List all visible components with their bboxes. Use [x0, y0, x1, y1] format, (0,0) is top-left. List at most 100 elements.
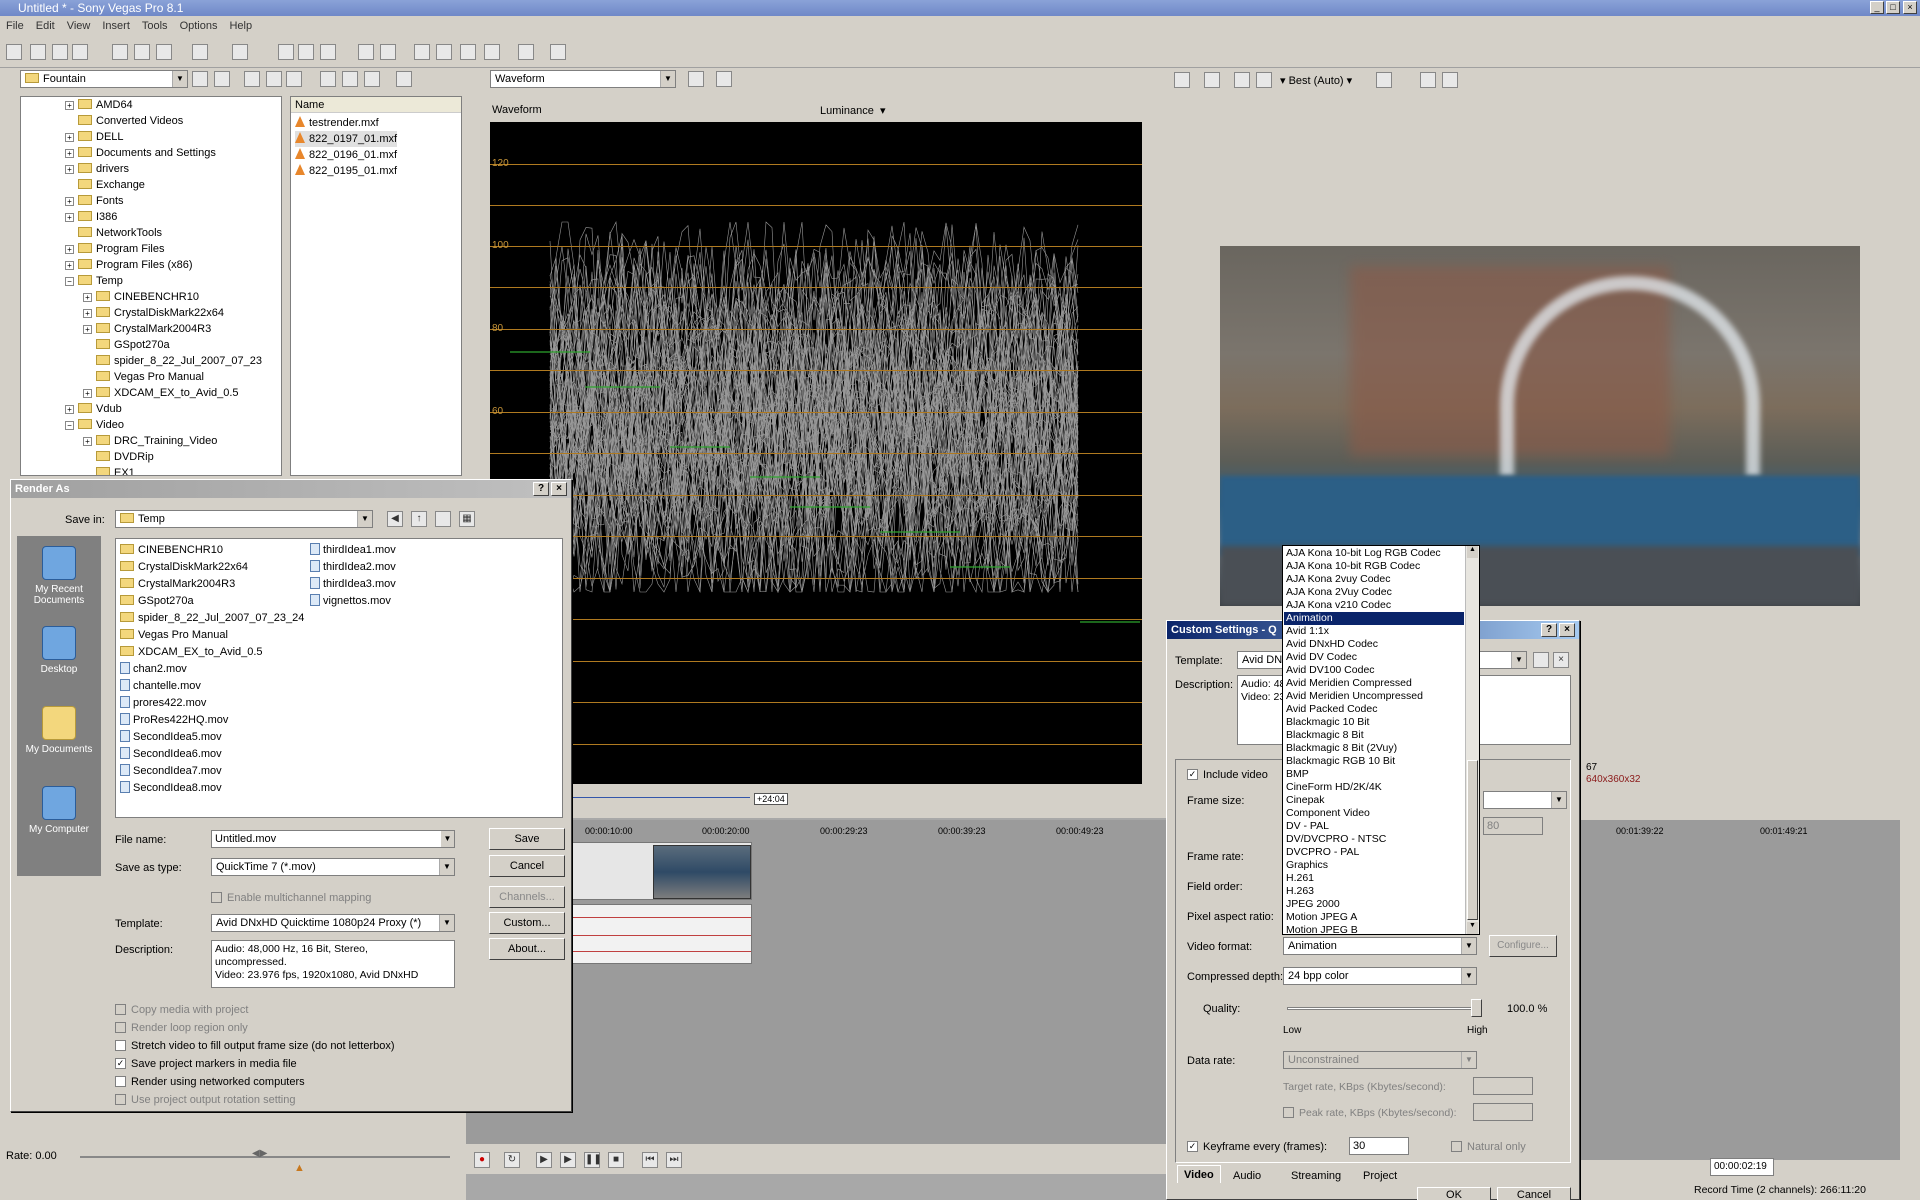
codec-option[interactable]: AJA Kona v210 Codec: [1284, 599, 1464, 612]
tab-audio[interactable]: Audio: [1227, 1167, 1267, 1185]
tree-item[interactable]: + Fonts: [65, 193, 124, 209]
codec-option[interactable]: Blackmagic 10 Bit: [1284, 716, 1464, 729]
file-item[interactable]: thirdIdea1.mov: [310, 543, 396, 557]
codec-option[interactable]: JPEG 2000: [1284, 898, 1464, 911]
save-as-icon[interactable]: [72, 44, 88, 60]
update-scopes-icon[interactable]: [716, 71, 732, 87]
option-checkbox[interactable]: [115, 1022, 126, 1033]
delete-template-icon[interactable]: ×: [1553, 652, 1569, 668]
play-from-start-icon[interactable]: ▶: [536, 1152, 552, 1168]
chevron-up-icon[interactable]: ▲: [1467, 546, 1478, 558]
play-icon[interactable]: ▶: [560, 1152, 576, 1168]
chevron-down-icon[interactable]: ▼: [172, 71, 187, 87]
codec-option[interactable]: CineForm HD/2K/4K: [1284, 781, 1464, 794]
tree-item[interactable]: + CrystalMark2004R3: [83, 321, 211, 337]
up-folder-icon[interactable]: [192, 71, 208, 87]
tree-item[interactable]: + drivers: [65, 161, 129, 177]
compressed-depth-select[interactable]: 24 bpp color ▼: [1283, 967, 1477, 985]
preview-quality-icon[interactable]: [1256, 72, 1272, 88]
file-item[interactable]: SecondIdea7.mov: [120, 764, 222, 778]
codec-option[interactable]: Motion JPEG A: [1284, 911, 1464, 924]
file-item[interactable]: XDCAM_EX_to_Avid_0.5: [120, 645, 263, 659]
envelope-tool-icon[interactable]: [298, 44, 314, 60]
explorer-location-combo[interactable]: Fountain ▼: [20, 70, 188, 88]
go-to-start-icon[interactable]: ⏮: [642, 1152, 658, 1168]
file-item[interactable]: thirdIdea3.mov: [310, 577, 396, 591]
back-icon[interactable]: ◀: [387, 511, 403, 527]
file-item[interactable]: SecondIdea8.mov: [120, 781, 222, 795]
rate-slider-thumb[interactable]: ◀▶: [252, 1148, 267, 1159]
cancel-button[interactable]: Cancel: [489, 855, 565, 877]
codec-option[interactable]: Avid DV100 Codec: [1284, 664, 1464, 677]
tree-item[interactable]: Vegas Pro Manual: [96, 369, 204, 385]
views-menu-icon[interactable]: ▦: [459, 511, 475, 527]
file-item[interactable]: spider_8_22_Jul_2007_07_23_24: [120, 611, 304, 625]
project-properties-icon[interactable]: [1174, 72, 1190, 88]
codec-option[interactable]: DV - PAL: [1284, 820, 1464, 833]
record-icon[interactable]: ●: [474, 1152, 490, 1168]
menu-options[interactable]: Options: [174, 20, 224, 32]
peak-rate-checkbox[interactable]: [1283, 1107, 1294, 1118]
tab-project[interactable]: Project: [1357, 1167, 1403, 1185]
places-my-documents[interactable]: My Documents: [17, 706, 101, 755]
tree-item[interactable]: + XDCAM_EX_to_Avid_0.5: [83, 385, 239, 401]
codec-option[interactable]: Blackmagic 8 Bit (2Vuy): [1284, 742, 1464, 755]
channels-button[interactable]: Channels...: [489, 886, 565, 908]
redo-icon[interactable]: [232, 44, 248, 60]
codec-option[interactable]: AJA Kona 2vuy Codec: [1284, 573, 1464, 586]
codec-option[interactable]: AJA Kona 10-bit Log RGB Codec: [1284, 547, 1464, 560]
normal-edit-tool-icon[interactable]: [278, 44, 294, 60]
file-item[interactable]: vignettos.mov: [310, 594, 391, 608]
tree-item[interactable]: + AMD64: [65, 97, 133, 113]
scope-settings-icon[interactable]: [688, 71, 704, 87]
copy-snapshot-icon[interactable]: [1420, 72, 1436, 88]
tree-item[interactable]: + CrystalDiskMark22x64: [83, 305, 224, 321]
tree-item[interactable]: EX1: [96, 465, 135, 475]
rate-marker[interactable]: ▲: [294, 1162, 305, 1174]
video-event-thumbnail[interactable]: [653, 845, 751, 899]
file-item[interactable]: GSpot270a: [120, 594, 194, 608]
template-select[interactable]: Avid DNxHD Quicktime 1080p24 Proxy (*) ▼: [211, 914, 455, 932]
tree-item[interactable]: + I386: [65, 209, 117, 225]
codec-option[interactable]: Avid 1:1x: [1284, 625, 1464, 638]
menu-tools[interactable]: Tools: [136, 20, 174, 32]
menu-file[interactable]: File: [0, 20, 30, 32]
tree-item[interactable]: + Documents and Settings: [65, 145, 216, 161]
name-column-header[interactable]: Name: [291, 97, 461, 113]
file-item[interactable]: testrender.mxf: [295, 115, 379, 131]
frame-height-field[interactable]: 80: [1483, 817, 1543, 835]
stop-preview-icon[interactable]: [342, 71, 358, 87]
tree-item[interactable]: + DRC_Training_Video: [83, 433, 217, 449]
about-button[interactable]: About...: [489, 938, 565, 960]
cut-icon[interactable]: [112, 44, 128, 60]
tree-item[interactable]: − Temp: [65, 273, 123, 289]
file-item[interactable]: CrystalDiskMark22x64: [120, 560, 248, 574]
codec-option[interactable]: AJA Kona 2Vuy Codec: [1284, 586, 1464, 599]
file-item[interactable]: CINEBENCHR10: [120, 543, 223, 557]
file-item[interactable]: chan2.mov: [120, 662, 187, 676]
snapping-icon[interactable]: [414, 44, 430, 60]
menu-view[interactable]: View: [61, 20, 97, 32]
bypass-fx-icon[interactable]: [1234, 72, 1250, 88]
codec-option[interactable]: AJA Kona 10-bit RGB Codec: [1284, 560, 1464, 573]
external-monitor-icon[interactable]: [1204, 72, 1220, 88]
frame-size-select[interactable]: ▼: [1483, 791, 1567, 809]
codec-option[interactable]: Avid DV Codec: [1284, 651, 1464, 664]
menu-help[interactable]: Help: [223, 20, 258, 32]
codec-option[interactable]: DV/DVCPRO - NTSC: [1284, 833, 1464, 846]
quality-slider-thumb[interactable]: [1471, 999, 1482, 1017]
file-item[interactable]: prores422.mov: [120, 696, 206, 710]
video-format-dropdown-list[interactable]: AJA Kona 10-bit Log RGB Codec AJA Kona 10…: [1282, 545, 1480, 936]
snap-grid-icon[interactable]: [436, 44, 452, 60]
chevron-down-icon[interactable]: ▼: [441, 831, 454, 847]
scope-type-combo[interactable]: Waveform ▼: [490, 70, 676, 88]
tree-item[interactable]: + DELL: [65, 129, 124, 145]
tree-item[interactable]: + Program Files (x86): [65, 257, 193, 273]
quality-slider[interactable]: [1287, 1007, 1477, 1010]
cancel-button[interactable]: Cancel: [1497, 1187, 1571, 1200]
minimize-button[interactable]: _: [1870, 1, 1884, 14]
tree-item[interactable]: spider_8_22_Jul_2007_07_23: [96, 353, 262, 369]
save-template-icon[interactable]: [1533, 652, 1549, 668]
tree-item[interactable]: GSpot270a: [96, 337, 170, 353]
tab-streaming[interactable]: Streaming: [1285, 1167, 1347, 1185]
